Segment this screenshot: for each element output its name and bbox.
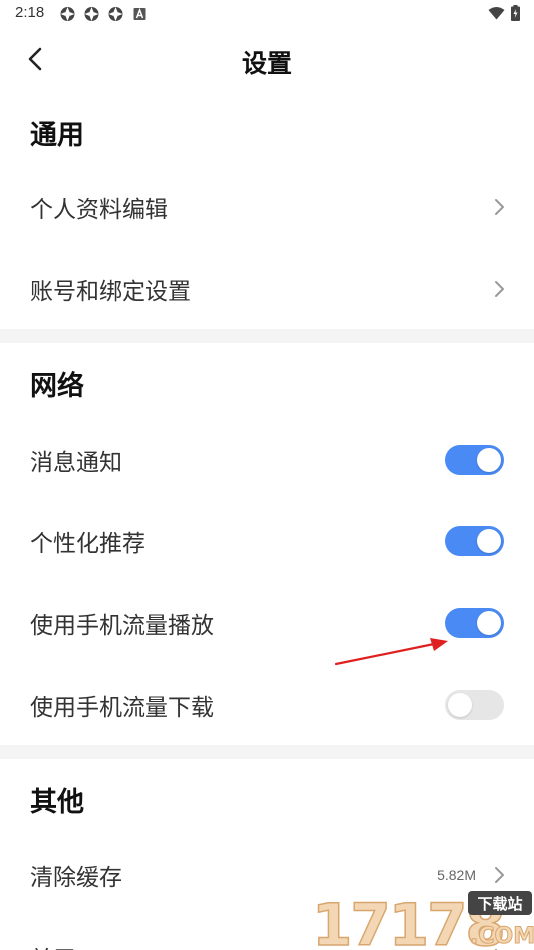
recommendation-toggle[interactable] bbox=[445, 526, 504, 556]
section-title-network: 网络 bbox=[30, 371, 84, 402]
watermark-logo: 17178 下载站 .COM bbox=[311, 890, 534, 950]
section-title-general: 通用 bbox=[30, 120, 84, 151]
toggle-knob bbox=[477, 448, 501, 472]
toggle-knob bbox=[477, 611, 501, 635]
wifi-icon bbox=[488, 7, 505, 20]
battery-icon bbox=[511, 5, 520, 21]
notification-icons bbox=[59, 6, 148, 22]
app-icon bbox=[84, 7, 99, 21]
row-account-binding[interactable]: 账号和绑定设置 bbox=[0, 259, 534, 319]
svg-text:.COM: .COM bbox=[470, 924, 534, 949]
a-icon bbox=[133, 7, 146, 20]
status-right bbox=[488, 5, 520, 21]
toggle-knob bbox=[477, 529, 501, 553]
row-personalized-recommendation: 个性化推荐 bbox=[0, 511, 534, 571]
annotation-arrow-icon bbox=[334, 638, 448, 666]
page-title: 设置 bbox=[241, 49, 292, 78]
status-bar: 2:18 bbox=[0, 0, 534, 28]
row-label: 关于 bbox=[30, 940, 76, 950]
row-label: 使用手机流量下载 bbox=[30, 695, 214, 721]
row-label: 使用手机流量播放 bbox=[30, 613, 214, 639]
notification-toggle[interactable] bbox=[445, 445, 504, 475]
app-icon bbox=[108, 7, 123, 21]
app-header: 设置 bbox=[0, 28, 534, 90]
row-label: 消息通知 bbox=[30, 450, 122, 476]
toggle-knob bbox=[448, 693, 472, 717]
section-divider bbox=[0, 745, 534, 759]
row-mobile-data-download: 使用手机流量下载 bbox=[0, 675, 534, 735]
row-edit-profile[interactable]: 个人资料编辑 bbox=[0, 177, 534, 237]
svg-text:下载站: 下载站 bbox=[477, 895, 522, 913]
chevron-right-icon bbox=[495, 199, 504, 215]
row-message-notification: 消息通知 bbox=[0, 430, 534, 490]
status-time: 2:18 bbox=[15, 4, 45, 21]
row-label: 清除缓存 bbox=[30, 865, 122, 891]
chevron-right-icon bbox=[495, 867, 504, 883]
app-icon bbox=[60, 7, 75, 21]
mobile-data-download-toggle[interactable] bbox=[445, 690, 504, 720]
settings-screen: 2:18 设置 通用 个人资料编辑 账号和绑定设置 网络 消息通知 个性化推荐 … bbox=[0, 0, 534, 950]
chevron-right-icon bbox=[495, 281, 504, 297]
row-label: 个性化推荐 bbox=[30, 531, 145, 557]
row-label: 账号和绑定设置 bbox=[30, 279, 191, 305]
cache-size-value: 5.82M bbox=[437, 867, 476, 883]
row-label: 个人资料编辑 bbox=[30, 197, 168, 223]
section-title-other: 其他 bbox=[30, 787, 84, 818]
section-divider bbox=[0, 329, 534, 343]
